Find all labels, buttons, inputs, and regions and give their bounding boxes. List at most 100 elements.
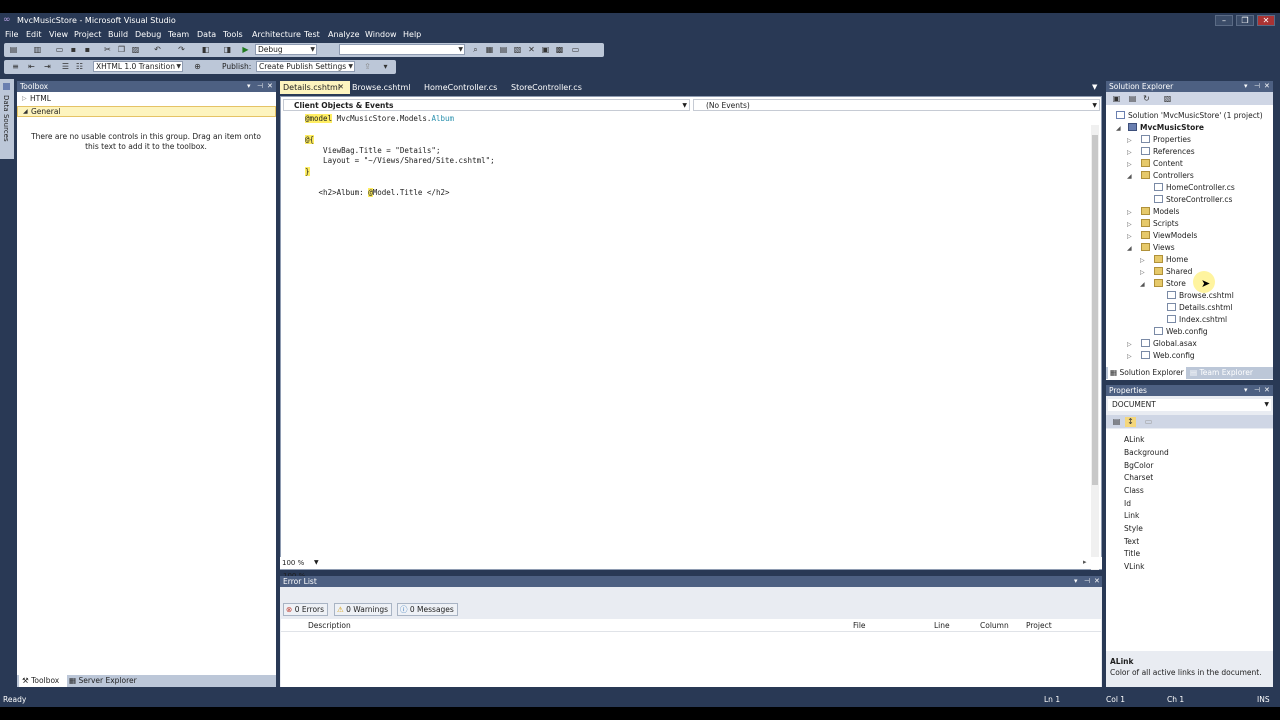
cut-icon[interactable]: ✂ [102, 45, 113, 55]
zoom-level[interactable]: 100 % [282, 559, 304, 567]
menu-debug[interactable]: Debug [135, 30, 161, 39]
expand-arrow-icon[interactable]: ▷ [1127, 161, 1132, 168]
start-debugging-icon[interactable]: ▶ [240, 45, 251, 55]
expand-arrow-icon[interactable]: ▷ [1140, 269, 1145, 276]
undo-icon[interactable]: ↶ [152, 45, 163, 55]
tree-views-home[interactable]: Home [1154, 255, 1188, 264]
toolbox-icon[interactable]: ✕ [526, 45, 537, 55]
column-file[interactable]: File [853, 621, 866, 630]
code-line-4[interactable]: Layout = "~/Views/Shared/Site.cshtml"; [305, 156, 495, 165]
close-icon[interactable]: ✕ [1264, 385, 1270, 396]
tab-solution-explorer[interactable]: ▦ Solution Explorer [1108, 367, 1186, 379]
property-title[interactable]: Title [1124, 549, 1140, 558]
column-line[interactable]: Line [934, 621, 950, 630]
menu-window[interactable]: Window [365, 30, 397, 39]
collapse-arrow-icon[interactable]: ◢ [1116, 125, 1121, 132]
tab-browse-cshtml[interactable]: Browse.cshtml [352, 81, 410, 94]
navigate-backward-icon[interactable]: ◧ [200, 45, 211, 55]
menu-build[interactable]: Build [108, 30, 128, 39]
auto-hide-pin-icon[interactable]: ⊣ [1084, 576, 1090, 587]
scroll-right-icon[interactable]: ▸ [1083, 558, 1087, 566]
class-diagram-icon[interactable]: ▧ [1162, 94, 1173, 104]
code-line-5[interactable]: } [305, 167, 310, 176]
new-project-icon[interactable]: ▤ [8, 45, 19, 55]
expand-arrow-icon[interactable]: ▷ [1127, 137, 1132, 144]
tree-homecontroller[interactable]: HomeController.cs [1154, 183, 1235, 192]
property-vlink[interactable]: VLink [1124, 562, 1145, 571]
property-charset[interactable]: Charset [1124, 473, 1153, 482]
close-tab-icon[interactable]: ✕ [338, 81, 344, 94]
tree-views[interactable]: Views [1141, 243, 1175, 252]
tree-index-cshtml[interactable]: Index.cshtml [1167, 315, 1227, 324]
close-icon[interactable]: ✕ [1094, 576, 1100, 587]
tree-views-store[interactable]: Store [1154, 279, 1186, 288]
expand-arrow-icon[interactable]: ▷ [1127, 221, 1132, 228]
alphabetical-icon[interactable]: ↕ [1125, 417, 1136, 427]
menu-view[interactable]: View [49, 30, 68, 39]
toolbar-options-icon[interactable]: ▾ [380, 62, 391, 72]
tree-scripts[interactable]: Scripts [1141, 219, 1179, 228]
navigate-forward-icon[interactable]: ◨ [222, 45, 233, 55]
menu-test[interactable]: Test [304, 30, 320, 39]
errors-filter-button[interactable]: ⊗ 0 Errors [283, 603, 329, 616]
indent-icon[interactable]: ⇥ [42, 62, 53, 72]
menu-data[interactable]: Data [197, 30, 216, 39]
other-windows-icon[interactable]: ▭ [570, 45, 581, 55]
tree-references[interactable]: References [1141, 147, 1195, 156]
property-id[interactable]: Id [1124, 499, 1131, 508]
collapse-arrow-icon[interactable]: ◢ [1140, 281, 1145, 288]
refresh-icon[interactable]: ↻ [1141, 94, 1152, 104]
tab-server-explorer[interactable]: ▦ Server Explorer [69, 675, 137, 687]
tree-views-webconfig[interactable]: Web.config [1154, 327, 1208, 336]
tab-storecontroller-cs[interactable]: StoreController.cs [511, 81, 582, 94]
tree-project[interactable]: MvcMusicStore [1128, 123, 1204, 132]
expand-arrow-icon[interactable]: ▷ [1127, 209, 1132, 216]
expand-arrow-icon[interactable]: ▷ [1140, 257, 1145, 264]
window-position-icon[interactable]: ▾ [1244, 81, 1248, 92]
auto-hide-pin-icon[interactable]: ⊣ [1254, 81, 1260, 92]
maximize-button[interactable]: ❐ [1236, 15, 1254, 26]
tree-models[interactable]: Models [1141, 207, 1179, 216]
paste-icon[interactable]: ▨ [130, 45, 141, 55]
toolbox-group-html[interactable]: ▷ HTML [17, 94, 276, 105]
expand-arrow-icon[interactable]: ▷ [1127, 233, 1132, 240]
events-dropdown[interactable]: (No Events) ▼ [693, 99, 1100, 111]
active-files-dropdown-icon[interactable]: ▼ [1092, 83, 1097, 91]
zoom-dropdown-icon[interactable]: ▼ [314, 559, 319, 566]
redo-icon[interactable]: ↷ [176, 45, 187, 55]
property-class[interactable]: Class [1124, 486, 1144, 495]
solution-configuration-dropdown[interactable]: Debug ▼ [255, 44, 317, 55]
expand-arrow-icon[interactable]: ▷ [1127, 353, 1132, 360]
properties-object-dropdown[interactable]: DOCUMENT ▼ [1108, 399, 1271, 411]
tree-content[interactable]: Content [1141, 159, 1183, 168]
code-line-2[interactable]: @{ [305, 135, 315, 144]
find-in-files-icon[interactable]: ⌕ [470, 45, 481, 55]
property-pages-icon[interactable]: ▭ [1143, 417, 1154, 427]
publish-profile-dropdown[interactable]: Create Publish Settings ▼ [256, 61, 355, 72]
solution-platform-dropdown[interactable]: ▼ [339, 44, 465, 55]
close-icon[interactable]: ✕ [1264, 81, 1270, 92]
window-position-icon[interactable]: ▾ [247, 81, 251, 92]
tree-details-cshtml[interactable]: Details.cshtml [1167, 303, 1233, 312]
check-accessibility-icon[interactable]: ⊕ [192, 62, 203, 72]
properties-icon[interactable]: ▣ [1111, 94, 1122, 104]
extension-manager-icon[interactable]: ▩ [554, 45, 565, 55]
tab-details-cshtml[interactable]: Details.cshtml ✕ [280, 81, 350, 94]
messages-filter-button[interactable]: ⓘ 0 Messages [397, 603, 458, 616]
tree-controllers[interactable]: Controllers [1141, 171, 1194, 180]
tree-global-asax[interactable]: Global.asax [1141, 339, 1197, 348]
tab-homecontroller-cs[interactable]: HomeController.cs [424, 81, 497, 94]
menu-tools[interactable]: Tools [223, 30, 243, 39]
column-description[interactable]: Description [308, 621, 351, 630]
comment-icon[interactable]: ☰ [60, 62, 71, 72]
menu-help[interactable]: Help [403, 30, 421, 39]
menu-analyze[interactable]: Analyze [328, 30, 360, 39]
uncomment-icon[interactable]: ☷ [74, 62, 85, 72]
minimize-button[interactable]: – [1215, 15, 1233, 26]
outdent-icon[interactable]: ⇤ [26, 62, 37, 72]
expand-arrow-icon[interactable]: ▷ [1127, 149, 1132, 156]
add-item-icon[interactable]: ▥ [32, 45, 43, 55]
collapse-arrow-icon[interactable]: ◢ [1127, 173, 1132, 180]
window-position-icon[interactable]: ▾ [1074, 576, 1078, 587]
open-file-icon[interactable]: ▭ [54, 45, 65, 55]
